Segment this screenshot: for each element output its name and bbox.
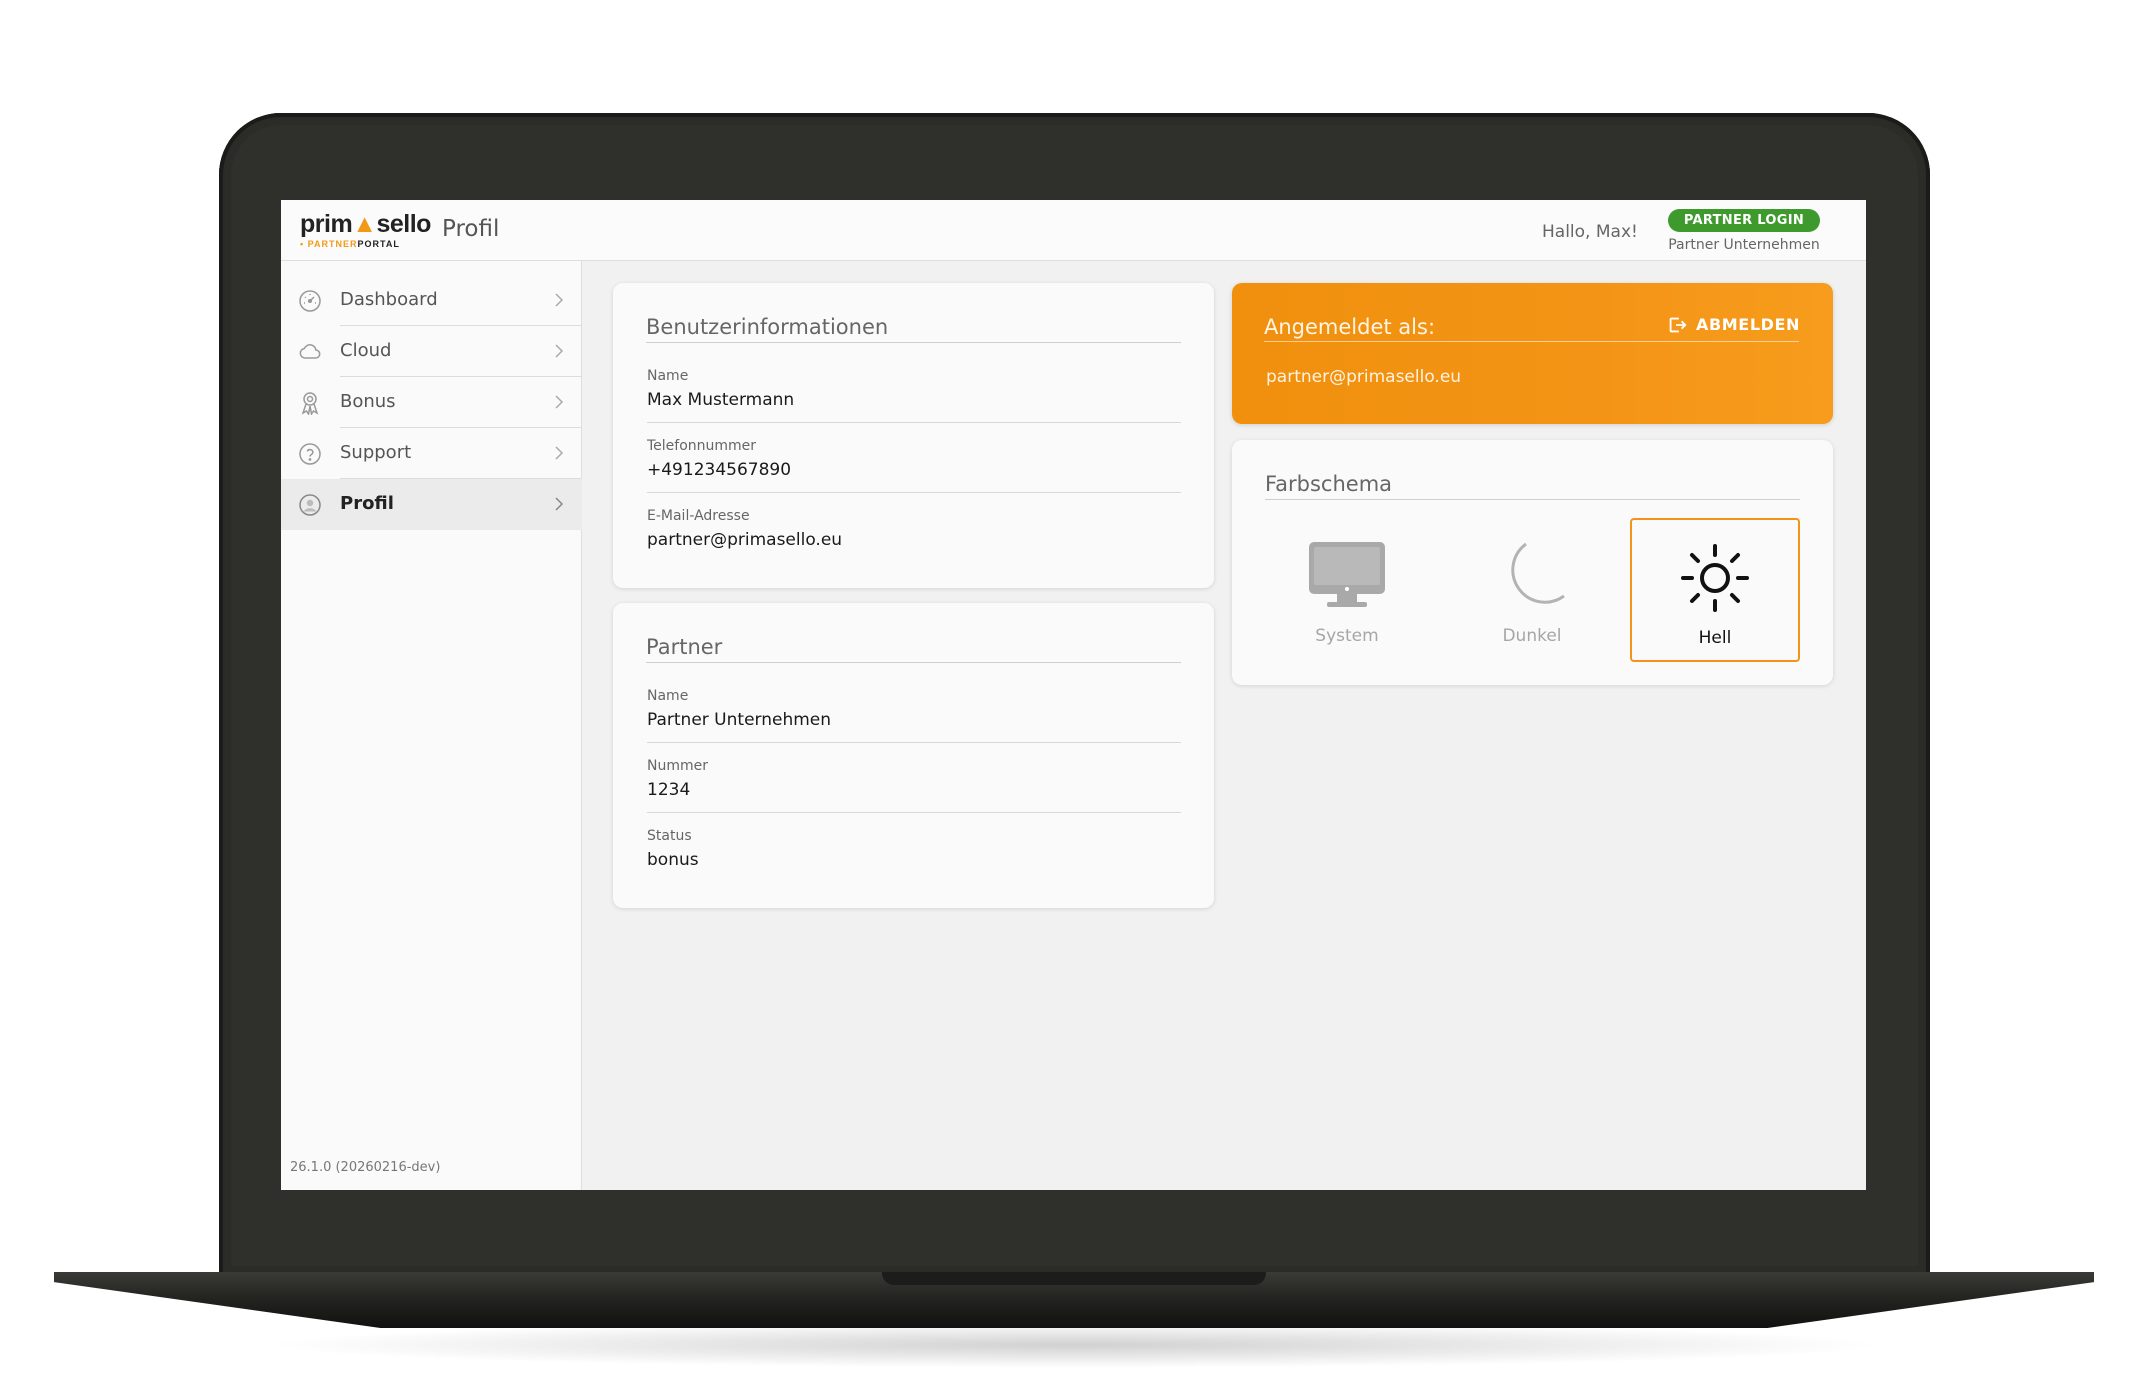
card-title-rule (646, 342, 1181, 343)
user-phone-value: +491234567890 (647, 460, 792, 480)
sidebar-item-bonus[interactable]: Bonus (281, 377, 582, 428)
user-info-card: Benutzerinformationen Name Max Musterman… (613, 283, 1214, 588)
partner-name-value: Partner Unternehmen (647, 710, 832, 730)
color-scheme-card: Farbschema System Dunkel Hell (1232, 440, 1833, 685)
sidebar: Dashboard Cloud Bonus Support Profil 26.… (281, 261, 582, 1190)
theme-option-label: Dunkel (1502, 626, 1562, 646)
logout-button[interactable]: ABMELDEN (1666, 313, 1802, 337)
field-label: Name (647, 368, 689, 384)
field-divider (647, 422, 1181, 423)
sun-icon (1681, 544, 1749, 612)
app-screen: prim▲sello • PARTNERPORTAL Profil Hallo,… (281, 200, 1866, 1190)
logout-label: ABMELDEN (1696, 315, 1801, 334)
monitor-icon (1309, 542, 1385, 607)
award-icon (301, 392, 319, 415)
theme-option-system[interactable]: System (1262, 518, 1432, 662)
card-title-rule (646, 662, 1181, 663)
page-title: Profil (442, 216, 500, 242)
sidebar-item-dashboard[interactable]: Dashboard (281, 275, 582, 326)
card-title-rule (1265, 499, 1800, 500)
chevron-right-icon (555, 446, 564, 460)
user-circle-icon (299, 494, 321, 516)
moon-icon (1511, 542, 1565, 604)
theme-option-light[interactable]: Hell (1630, 518, 1800, 662)
user-greeting: Hallo, Max! (1542, 222, 1638, 242)
laptop-notch (882, 1272, 1266, 1285)
primasello-logo[interactable]: prim▲sello • PARTNERPORTAL (300, 210, 431, 252)
sidebar-item-label: Bonus (340, 391, 396, 412)
help-circle-icon (299, 443, 321, 465)
card-title: Farbschema (1265, 472, 1393, 496)
sidebar-item-profil[interactable]: Profil (281, 479, 582, 530)
field-divider (647, 742, 1181, 743)
logo-wordmark: prim▲sello (300, 210, 431, 238)
partner-number-value: 1234 (647, 780, 691, 800)
field-label: Name (647, 688, 689, 704)
chevron-right-icon (555, 395, 564, 409)
field-label: Nummer (647, 758, 708, 774)
chevron-right-icon (555, 293, 564, 307)
session-title: Angemeldet als: (1264, 315, 1436, 339)
sidebar-item-label: Support (340, 442, 412, 463)
card-title: Benutzerinformationen (646, 315, 889, 339)
user-email-value: partner@primasello.eu (647, 530, 843, 550)
top-bar: prim▲sello • PARTNERPORTAL Profil Hallo,… (281, 200, 1866, 261)
session-card: Angemeldet als: ABMELDEN partner@primase… (1232, 283, 1833, 424)
laptop-shadow (260, 1322, 1890, 1368)
partner-card: Partner Name Partner Unternehmen Nummer … (613, 603, 1214, 908)
sidebar-item-label: Dashboard (340, 289, 438, 310)
partner-login-badge: PARTNER LOGIN (1668, 209, 1820, 232)
sidebar-item-cloud[interactable]: Cloud (281, 326, 582, 377)
field-label: Status (647, 828, 692, 844)
theme-option-label: Hell (1698, 628, 1732, 648)
partner-status-value: bonus (647, 850, 699, 870)
field-label: E-Mail-Adresse (647, 508, 750, 524)
session-title-rule (1264, 341, 1799, 342)
field-divider (647, 812, 1181, 813)
theme-option-dark[interactable]: Dunkel (1447, 518, 1617, 662)
card-title: Partner (646, 635, 723, 659)
gauge-icon (299, 290, 321, 312)
app-version: 26.1.0 (20260216-dev) (290, 1160, 441, 1175)
logo-subtitle: • PARTNERPORTAL (300, 239, 400, 249)
sidebar-item-support[interactable]: Support (281, 428, 582, 479)
chevron-right-icon (555, 497, 564, 511)
session-email: partner@primasello.eu (1266, 367, 1462, 387)
logout-icon (1669, 317, 1687, 333)
company-name: Partner Unternehmen (1668, 237, 1820, 253)
user-name-value: Max Mustermann (647, 390, 795, 410)
sidebar-item-label: Profil (340, 493, 394, 514)
chevron-right-icon (555, 344, 564, 358)
cloud-icon (299, 344, 321, 359)
sidebar-item-label: Cloud (340, 340, 392, 361)
field-divider (647, 492, 1181, 493)
field-label: Telefonnummer (647, 438, 757, 454)
theme-option-label: System (1315, 626, 1379, 646)
